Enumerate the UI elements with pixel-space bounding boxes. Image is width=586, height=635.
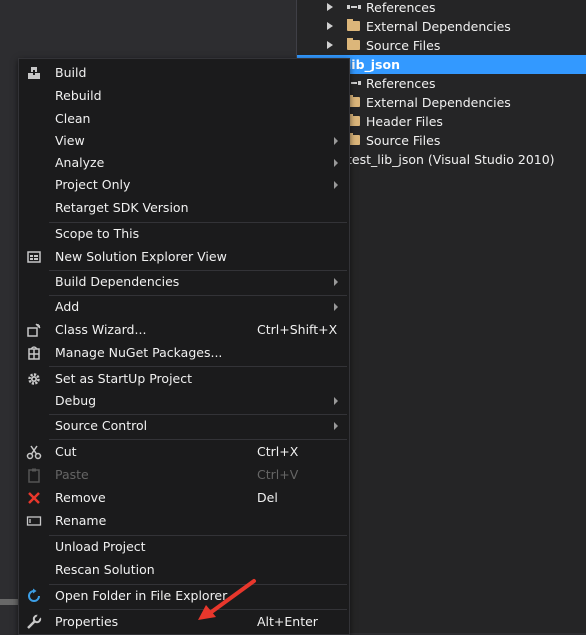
menu-item-retarget-sdk[interactable]: Retarget SDK Version — [20, 197, 348, 219]
tree-item-label: References — [366, 0, 436, 15]
menu-item-project-only[interactable]: Project Only — [20, 174, 348, 196]
menu-item-debug[interactable]: Debug — [20, 390, 348, 412]
menu-item-set-startup-project[interactable]: Set as StartUp Project — [20, 368, 348, 390]
build-icon — [26, 65, 42, 81]
menu-item-scope-to-this[interactable]: Scope to This — [20, 223, 348, 245]
menu-item-open-folder-in-file-explorer[interactable]: Open Folder in File Explorer — [20, 585, 348, 607]
paste-icon — [26, 467, 42, 483]
submenu-arrow-icon — [334, 278, 338, 286]
wrench-icon — [26, 614, 42, 630]
refresh-arrow-icon — [26, 588, 42, 604]
tree-item-label: lib_json — [347, 57, 400, 72]
context-menu: Build Rebuild Clean View Analyze Project… — [18, 58, 350, 635]
tree-item-label: Header Files — [366, 114, 443, 129]
menu-item-clean[interactable]: Clean — [20, 108, 348, 130]
submenu-arrow-icon — [334, 422, 338, 430]
expand-arrow-icon[interactable] — [327, 41, 333, 49]
rename-icon — [26, 513, 42, 529]
menu-item-view[interactable]: View — [20, 130, 348, 152]
submenu-arrow-icon — [334, 159, 338, 167]
references-icon — [347, 0, 361, 14]
class-wizard-icon — [26, 322, 42, 338]
tree-item-label: Source Files — [366, 133, 441, 148]
scissors-icon — [26, 444, 42, 460]
remove-icon — [26, 490, 42, 506]
menu-item-rename[interactable]: Rename — [20, 510, 348, 532]
folder-icon — [347, 38, 360, 50]
tree-item-label: Source Files — [366, 38, 441, 53]
menu-item-analyze[interactable]: Analyze — [20, 152, 348, 174]
tree-item-label: External Dependencies — [366, 95, 511, 110]
menu-item-build[interactable]: Build — [20, 62, 348, 84]
menu-item-properties[interactable]: Properties Alt+Enter — [20, 611, 348, 633]
submenu-arrow-icon — [334, 397, 338, 405]
scrollbar-thumb[interactable] — [0, 599, 18, 605]
red-annotation-arrow — [198, 579, 256, 620]
gear-icon — [26, 371, 42, 387]
tree-item-references[interactable]: References — [297, 0, 586, 17]
menu-item-remove[interactable]: Remove Del — [20, 487, 348, 509]
menu-item-rebuild[interactable]: Rebuild — [20, 85, 348, 107]
submenu-arrow-icon — [334, 181, 338, 189]
menu-separator — [49, 366, 347, 367]
new-view-icon — [26, 249, 42, 265]
tree-item-external-dependencies[interactable]: External Dependencies — [297, 17, 586, 36]
tree-item-label: test_lib_json (Visual Studio 2010) — [347, 152, 555, 167]
tree-item-label: External Dependencies — [366, 19, 511, 34]
menu-item-add[interactable]: Add — [20, 296, 348, 318]
nuget-icon — [26, 345, 42, 361]
menu-item-new-solution-explorer-view[interactable]: New Solution Explorer View — [20, 246, 348, 268]
submenu-arrow-icon — [334, 303, 338, 311]
menu-item-build-dependencies[interactable]: Build Dependencies — [20, 271, 348, 293]
menu-item-rescan-solution[interactable]: Rescan Solution — [20, 559, 348, 581]
submenu-arrow-icon — [334, 137, 338, 145]
tree-item-label: References — [366, 76, 436, 91]
external-dependencies-icon — [347, 19, 360, 31]
menu-item-class-wizard[interactable]: Class Wizard... Ctrl+Shift+X — [20, 319, 348, 341]
menu-separator — [49, 439, 347, 440]
menu-item-paste[interactable]: Paste Ctrl+V — [20, 464, 348, 486]
expand-arrow-icon[interactable] — [327, 3, 333, 11]
editor-background — [0, 0, 18, 633]
menu-item-unload-project[interactable]: Unload Project — [20, 536, 348, 558]
tree-item-source-files[interactable]: Source Files — [297, 36, 586, 55]
menu-item-manage-nuget[interactable]: Manage NuGet Packages... — [20, 342, 348, 364]
expand-arrow-icon[interactable] — [327, 22, 333, 30]
menu-item-source-control[interactable]: Source Control — [20, 415, 348, 437]
menu-item-cut[interactable]: Cut Ctrl+X — [20, 441, 348, 463]
